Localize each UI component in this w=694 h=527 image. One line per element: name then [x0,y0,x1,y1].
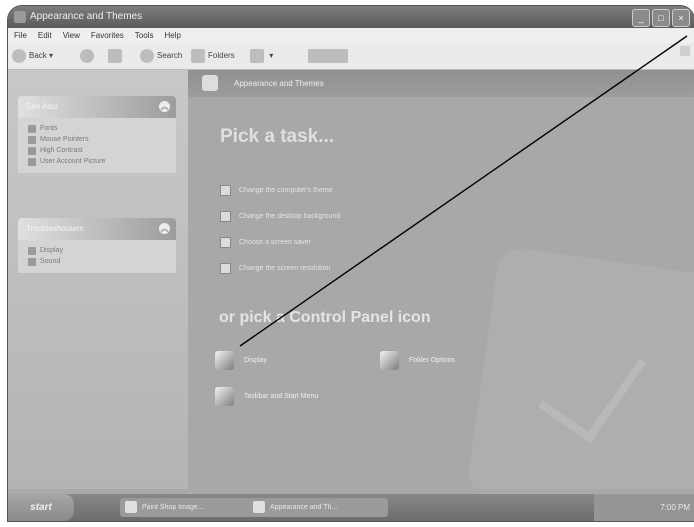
cp-icon-folder-options[interactable]: Folder Options [380,351,455,370]
back-arrow-icon [12,48,26,63]
help-icon [28,257,36,266]
troubleshooter-display[interactable]: Display [28,245,168,256]
start-button[interactable]: start [8,494,74,521]
see-also-high-contrast[interactable]: High Contrast [28,145,168,156]
views-icon [250,48,264,63]
fonts-icon [28,124,36,133]
troubleshooter-sound[interactable]: Sound [28,256,168,267]
sidebar: See Also ︽ Fonts Mouse Pointers High Con… [8,70,188,489]
maximize-button[interactable]: □ [652,9,670,27]
display-icon [215,351,234,370]
system-tray: 7:00 PM [594,494,694,521]
content-header-title: Appearance and Themes [234,79,324,88]
close-button[interactable]: × [672,9,690,27]
task-screen-saver[interactable]: Choose a screen saver [220,237,311,248]
or-pick-icon-heading: or pick a Control Panel icon [219,309,431,326]
task-arrow-icon [220,263,231,274]
chevron-up-icon[interactable]: ︽ [159,223,170,234]
troubleshooters-list: Display Sound [18,240,176,273]
troubleshooters-panel: Troubleshooters ︽ Display Sound [18,218,176,273]
taskbar-button-paint-shop[interactable]: Paint Shop Image... [120,498,260,517]
back-button[interactable]: Back ▾ [12,48,53,64]
pick-task-heading: Pick a task... [220,126,335,147]
see-also-list: Fonts Mouse Pointers High Contrast User … [18,118,176,173]
switch-view-button[interactable] [308,48,351,64]
task-arrow-icon [220,185,231,196]
app-icon [125,501,137,513]
forward-arrow-icon [80,48,94,63]
control-panel-icon [253,501,265,513]
task-screen-resolution[interactable]: Change the screen resolution [220,263,330,274]
see-also-title: See Also [26,102,58,111]
minimize-button[interactable]: _ [632,9,650,27]
content-header: Appearance and Themes [188,70,694,97]
windows-logo-icon [680,46,690,56]
menu-tools[interactable]: Tools [135,28,154,43]
menu-bar: File Edit View Favorites Tools Help [8,28,694,43]
see-also-fonts[interactable]: Fonts [28,123,168,134]
control-panel-window: Appearance and Themes _ □ × File Edit Vi… [8,6,694,521]
window-title: Appearance and Themes [30,11,143,22]
help-icon [28,246,36,255]
switch-view-icon [308,48,348,63]
see-also-mouse-pointers[interactable]: Mouse Pointers [28,134,168,145]
content-pane: Appearance and Themes Pick a task... Cha… [188,70,694,489]
troubleshooters-title: Troubleshooters [26,224,84,233]
window-buttons: _ □ × [632,9,690,27]
task-arrow-icon [220,237,231,248]
cp-icon-taskbar-start-menu[interactable]: Taskbar and Start Menu [215,387,318,406]
taskbar: start Paint Shop Image... Appearance and… [8,494,694,521]
appearance-themes-icon [202,75,218,91]
folders-button[interactable]: Folders [191,48,235,64]
views-button[interactable]: ▾ [250,48,273,64]
forward-button[interactable] [80,48,97,64]
cp-icon-display[interactable]: Display [215,351,267,370]
up-folder-button[interactable] [108,48,125,64]
clock: 7:00 PM [660,503,690,512]
menu-edit[interactable]: Edit [38,28,52,43]
search-icon [140,48,154,63]
taskbar-start-menu-icon [215,387,234,406]
toolbar: Back ▾ Search Folders ▾ [8,43,694,70]
task-arrow-icon [220,211,231,222]
menu-view[interactable]: View [63,28,80,43]
high-contrast-icon [28,146,36,155]
control-panel-icon [14,11,26,23]
mouse-pointer-icon [28,135,36,144]
task-change-background[interactable]: Change the desktop background [220,211,340,222]
chevron-up-icon[interactable]: ︽ [159,101,170,112]
up-folder-icon [108,48,122,63]
task-change-theme[interactable]: Change the computer's theme [220,185,333,196]
see-also-panel: See Also ︽ Fonts Mouse Pointers High Con… [18,96,176,173]
title-bar[interactable]: Appearance and Themes _ □ × [8,6,694,28]
see-also-header[interactable]: See Also ︽ [18,96,176,118]
menu-file[interactable]: File [14,28,27,43]
folder-options-icon [380,351,399,370]
folders-icon [191,48,205,63]
see-also-user-account-picture[interactable]: User Account Picture [28,156,168,167]
user-account-icon [28,157,36,166]
menu-favorites[interactable]: Favorites [91,28,124,43]
troubleshooters-header[interactable]: Troubleshooters ︽ [18,218,176,240]
search-button[interactable]: Search [140,48,182,64]
taskbar-button-appearance[interactable]: Appearance and Th... [248,498,388,517]
menu-help[interactable]: Help [164,28,180,43]
